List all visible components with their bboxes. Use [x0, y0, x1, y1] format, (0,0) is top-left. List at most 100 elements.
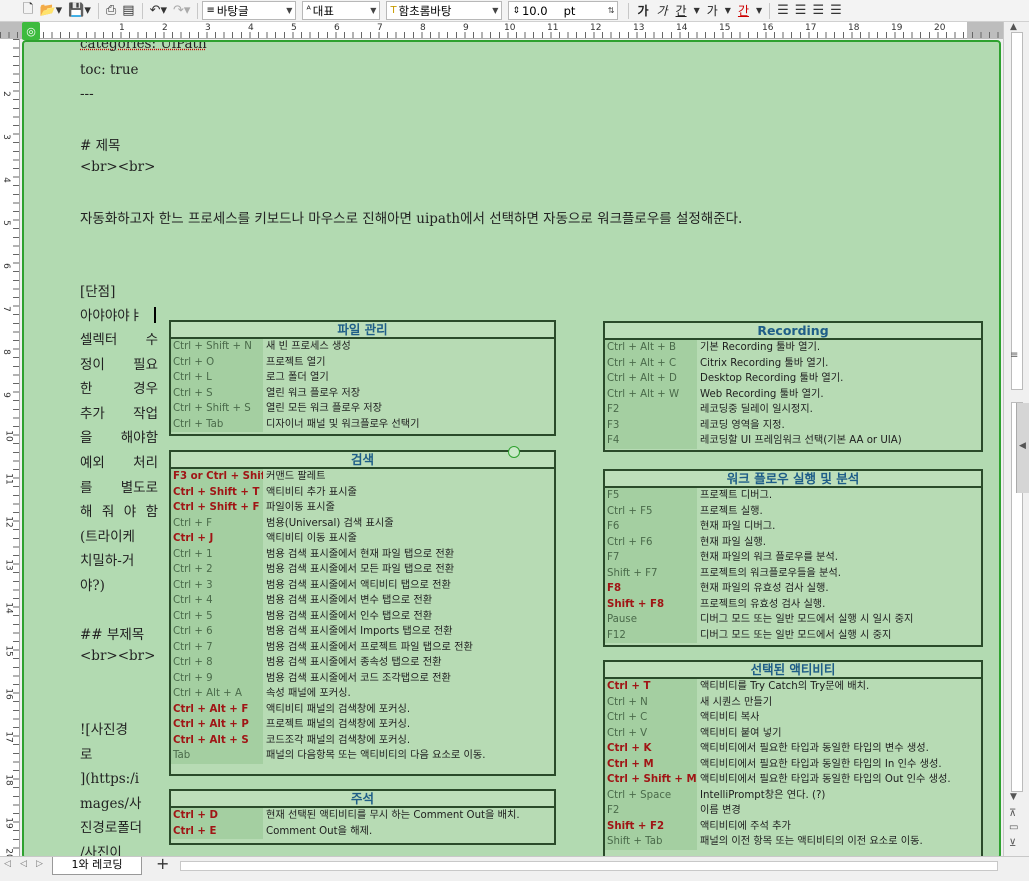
- ruler-label: 4: [248, 23, 254, 33]
- sheet-file-management[interactable]: 파일 관리 Ctrl + Shift + N새 빈 프로세스 생성 Ctrl + …: [169, 320, 556, 436]
- tab-nav-first-icon[interactable]: ◁: [4, 859, 11, 869]
- horizontal-ruler[interactable]: 1 2 3 4 5 6 7 8 9 10 11 12 13 14 15 16 1…: [0, 22, 1003, 39]
- shortcut-key: F4: [605, 433, 697, 449]
- font-value: 함초롬바탕: [398, 3, 452, 18]
- sheet-recording[interactable]: Recording Ctrl + Alt + B 기본 Recording 툴바 …: [603, 321, 983, 452]
- preview-icon[interactable]: ▤: [119, 1, 137, 21]
- shortcut-key: Ctrl + S: [171, 385, 263, 401]
- doc-subheading-line[interactable]: ## 부제목: [80, 623, 144, 643]
- image-handle-icon[interactable]: [508, 446, 520, 458]
- scroll-up-icon[interactable]: ▲: [1010, 22, 1017, 32]
- font-color-button[interactable]: 간: [734, 2, 753, 19]
- style-value: 바탕글: [216, 3, 249, 18]
- doc-narrow-paragraph[interactable]: 셀렉터 수 정이 필요 한 경우 추가 작업 을 해야함 예외 처리 를 별도로…: [80, 328, 158, 599]
- sheet-search[interactable]: 검색 F3 or Ctrl + Shift + P커맨드 팔레트Ctrl + S…: [169, 450, 556, 776]
- strike-button[interactable]: 가: [703, 2, 722, 19]
- sheet-rows: F3 or Ctrl + Shift + P커맨드 팔레트Ctrl + Shif…: [171, 469, 554, 764]
- new-document-icon[interactable]: 🗋: [20, 1, 36, 21]
- shortcut-row: Ctrl + 7 범용 검색 표시줄에서 프로젝트 파일 탭으로 전환: [171, 639, 554, 655]
- shortcut-key: Ctrl + T: [605, 679, 697, 695]
- print-icon[interactable]: ⎙: [103, 1, 119, 21]
- shortcut-description: 새 빈 프로세스 생성: [266, 341, 351, 352]
- align-left-icon[interactable]: ☰: [792, 1, 810, 21]
- horizontal-scrollbar[interactable]: [180, 861, 998, 871]
- doc-text-line[interactable]: 아야야야ㅑ: [80, 304, 142, 324]
- tab-nav-prev-icon[interactable]: ◁: [20, 859, 27, 869]
- page-up-icon[interactable]: ⊼: [1009, 808, 1016, 819]
- open-folder-icon[interactable]: 📂▾: [36, 1, 65, 21]
- save-icon[interactable]: 💾▾: [65, 1, 94, 21]
- shortcut-description: 액티비티 붙여 넣기: [700, 727, 782, 739]
- add-tab-button[interactable]: +: [156, 854, 169, 873]
- shortcut-row: Ctrl + E Comment Out을 해제.: [171, 823, 554, 839]
- shortcut-key: Ctrl + Alt + P: [171, 717, 263, 733]
- shortcut-description: 액티비티에서 필요한 타입과 동일한 타입의 In 인수 생성.: [700, 758, 942, 770]
- shortcut-description: 범용 검색 표시줄에서 Imports 탭으로 전환: [266, 626, 453, 637]
- chevron-down-icon[interactable]: ▼: [691, 1, 703, 21]
- sheet-selected-activity[interactable]: 선택된 액티비티 Ctrl + T 액티비티를 Try Catch의 Try문에 …: [603, 660, 983, 857]
- scrollbar-track[interactable]: [1011, 32, 1023, 390]
- ruler-label: 7: [0, 306, 11, 312]
- splitter-icon[interactable]: ≡: [1010, 350, 1018, 361]
- doc-br-line[interactable]: <br><br>: [80, 159, 155, 175]
- doc-br-line[interactable]: <br><br>: [80, 648, 155, 664]
- style-select[interactable]: ≡ 바탕글 ▼: [202, 1, 297, 20]
- side-panel-handle[interactable]: ◀: [1016, 403, 1029, 493]
- align-right-icon[interactable]: ☰: [827, 1, 845, 21]
- sheet-comment[interactable]: 주석 Ctrl + D 현재 선택된 액티비티를 무시 하는 Comment Ou…: [169, 789, 556, 845]
- page-icon[interactable]: ▭: [1009, 822, 1018, 833]
- font-select[interactable]: T 함초롬바탕 ▼: [386, 1, 503, 20]
- underline-button[interactable]: 간: [672, 2, 691, 19]
- doc-intro-paragraph[interactable]: 자동화하고자 한느 프로세스를 키보드나 마우스로 진해아면 uipath에서 …: [80, 207, 742, 227]
- shortcut-description: 프로젝트 열기: [266, 356, 326, 368]
- shortcut-row: F3 레코딩 영역을 지정.: [605, 417, 981, 433]
- doc-toc-line[interactable]: toc: true: [80, 62, 139, 78]
- toolbar: 🗋 📂▾ 💾▾ ⎙ ▤ ↶▾ ↷▾ ≡ 바탕글 ▼ ᴬ 대표 ▼ T 함초롬바탕 ▼ ⇕ 10…: [0, 0, 1029, 22]
- ruler-label: 1: [119, 23, 125, 33]
- shortcut-key: Ctrl + M: [605, 756, 697, 772]
- shortcut-row: Ctrl + Shift + S 열린 모든 워크 플로우 저장: [171, 401, 554, 417]
- doc-image-paragraph[interactable]: ![사진경 로 ](https:/i mages/사 진경로폴더 /사진이: [80, 718, 158, 857]
- shortcut-description: 패널의 다음항목 또는 액티비티의 다음 요소로 이동.: [266, 750, 486, 761]
- align-center-icon[interactable]: ☰: [809, 1, 827, 21]
- document-tab[interactable]: 1와 레코딩: [52, 857, 142, 875]
- doc-frontmatter-end[interactable]: ---: [80, 86, 94, 102]
- shortcut-row: Tab 패널의 다음항목 또는 액티비티의 다음 요소로 이동.: [171, 748, 554, 764]
- shortcut-description: 현재 파일 실행.: [700, 536, 766, 548]
- page-settings-icon[interactable]: ◎: [22, 22, 40, 40]
- chevron-down-icon[interactable]: ▼: [753, 1, 765, 21]
- language-select[interactable]: ᴬ 대표 ▼: [302, 1, 381, 20]
- ruler-label: 6: [334, 23, 340, 33]
- ruler-label: 9: [0, 392, 11, 398]
- scroll-down-icon[interactable]: ▼: [1010, 792, 1017, 802]
- shortcut-description: 범용 검색 표시줄에서 종속성 탭으로 전환: [266, 657, 442, 668]
- align-justify-icon[interactable]: ☰: [774, 1, 792, 21]
- doc-section-label[interactable]: [단점]: [80, 280, 115, 300]
- shortcut-key: Ctrl + Space: [605, 787, 697, 803]
- shortcut-key: Ctrl + O: [171, 354, 263, 370]
- undo-icon[interactable]: ↶▾: [147, 1, 170, 21]
- bold-button[interactable]: 가: [633, 2, 652, 19]
- document-page[interactable]: categories: UiPath toc: true --- # 제목 <b…: [22, 40, 1001, 859]
- doc-heading-line[interactable]: # 제목: [80, 134, 120, 154]
- tab-nav-next-icon[interactable]: ▷: [36, 859, 43, 869]
- ruler-label: 10: [3, 430, 14, 442]
- vertical-ruler[interactable]: 2 3 4 5 6 7 8 9 10 11 12 13 14 15 16 17 …: [0, 39, 20, 860]
- doc-categories-line[interactable]: categories: UiPath: [80, 42, 207, 52]
- shortcut-row: F2 이름 변경: [605, 803, 981, 819]
- sheet-workflow[interactable]: 워크 플로우 실행 및 분석 F5 프로젝트 디버그. Ctrl + F5 프로젝트 …: [603, 469, 983, 647]
- shortcut-description: 열린 워크 플로우 저장: [266, 387, 361, 399]
- font-size-input[interactable]: ⇕ 10.0 pt ⇅: [508, 1, 619, 20]
- shortcut-row: Ctrl + 4 범용 검색 표시줄에서 변수 탭으로 전환: [171, 593, 554, 609]
- shortcut-description: 프로젝트 디버그.: [700, 490, 773, 501]
- shortcut-description: Desktop Recording 툴바 열기.: [700, 373, 844, 384]
- shortcut-description: 액티비티에서 필요한 타입과 동일한 타입의 Out 인수 생성.: [700, 774, 951, 785]
- italic-button[interactable]: 가: [652, 2, 671, 19]
- ruler-label: 17: [805, 23, 817, 33]
- page-down-icon[interactable]: ⊻: [1009, 838, 1016, 849]
- shortcut-description: 액티비티에 주석 추가: [700, 820, 791, 832]
- shortcut-key: F5: [605, 488, 697, 504]
- redo-icon[interactable]: ↷▾: [170, 1, 193, 21]
- chevron-down-icon[interactable]: ▼: [722, 1, 734, 21]
- doc-narrow-line: mages/사: [80, 795, 142, 812]
